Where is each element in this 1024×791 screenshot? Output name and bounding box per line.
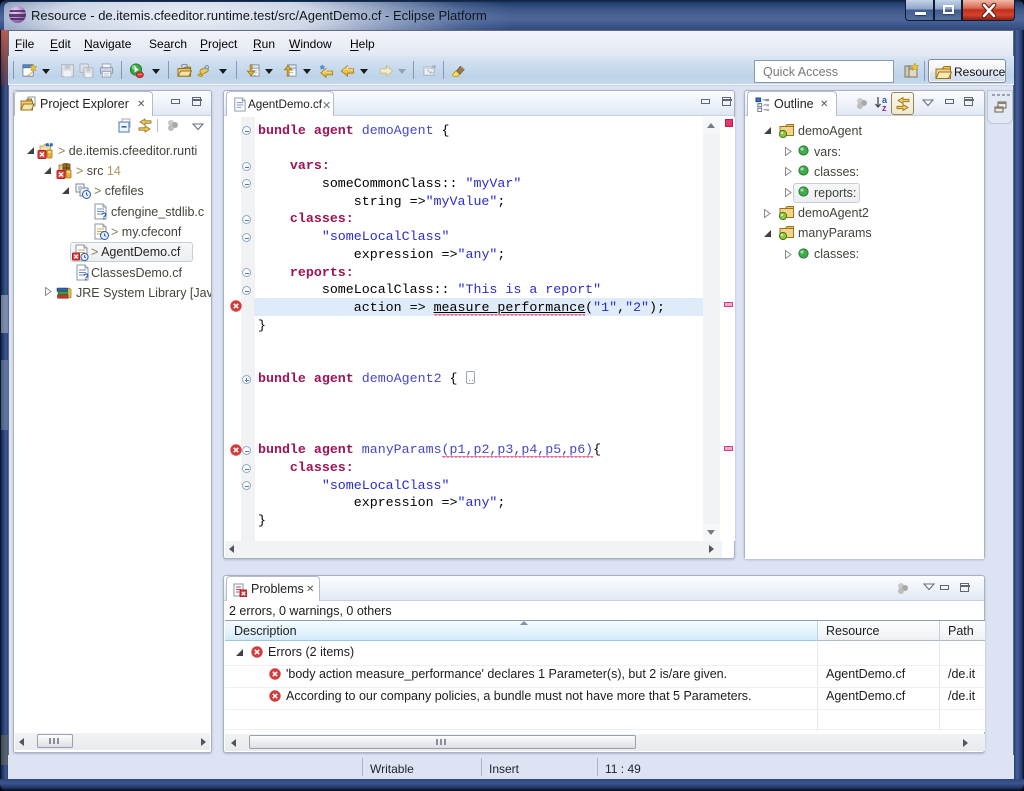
svg-text:z: z [882, 103, 887, 112]
svg-text:?: ? [83, 273, 89, 282]
svg-text:?: ? [101, 212, 107, 221]
